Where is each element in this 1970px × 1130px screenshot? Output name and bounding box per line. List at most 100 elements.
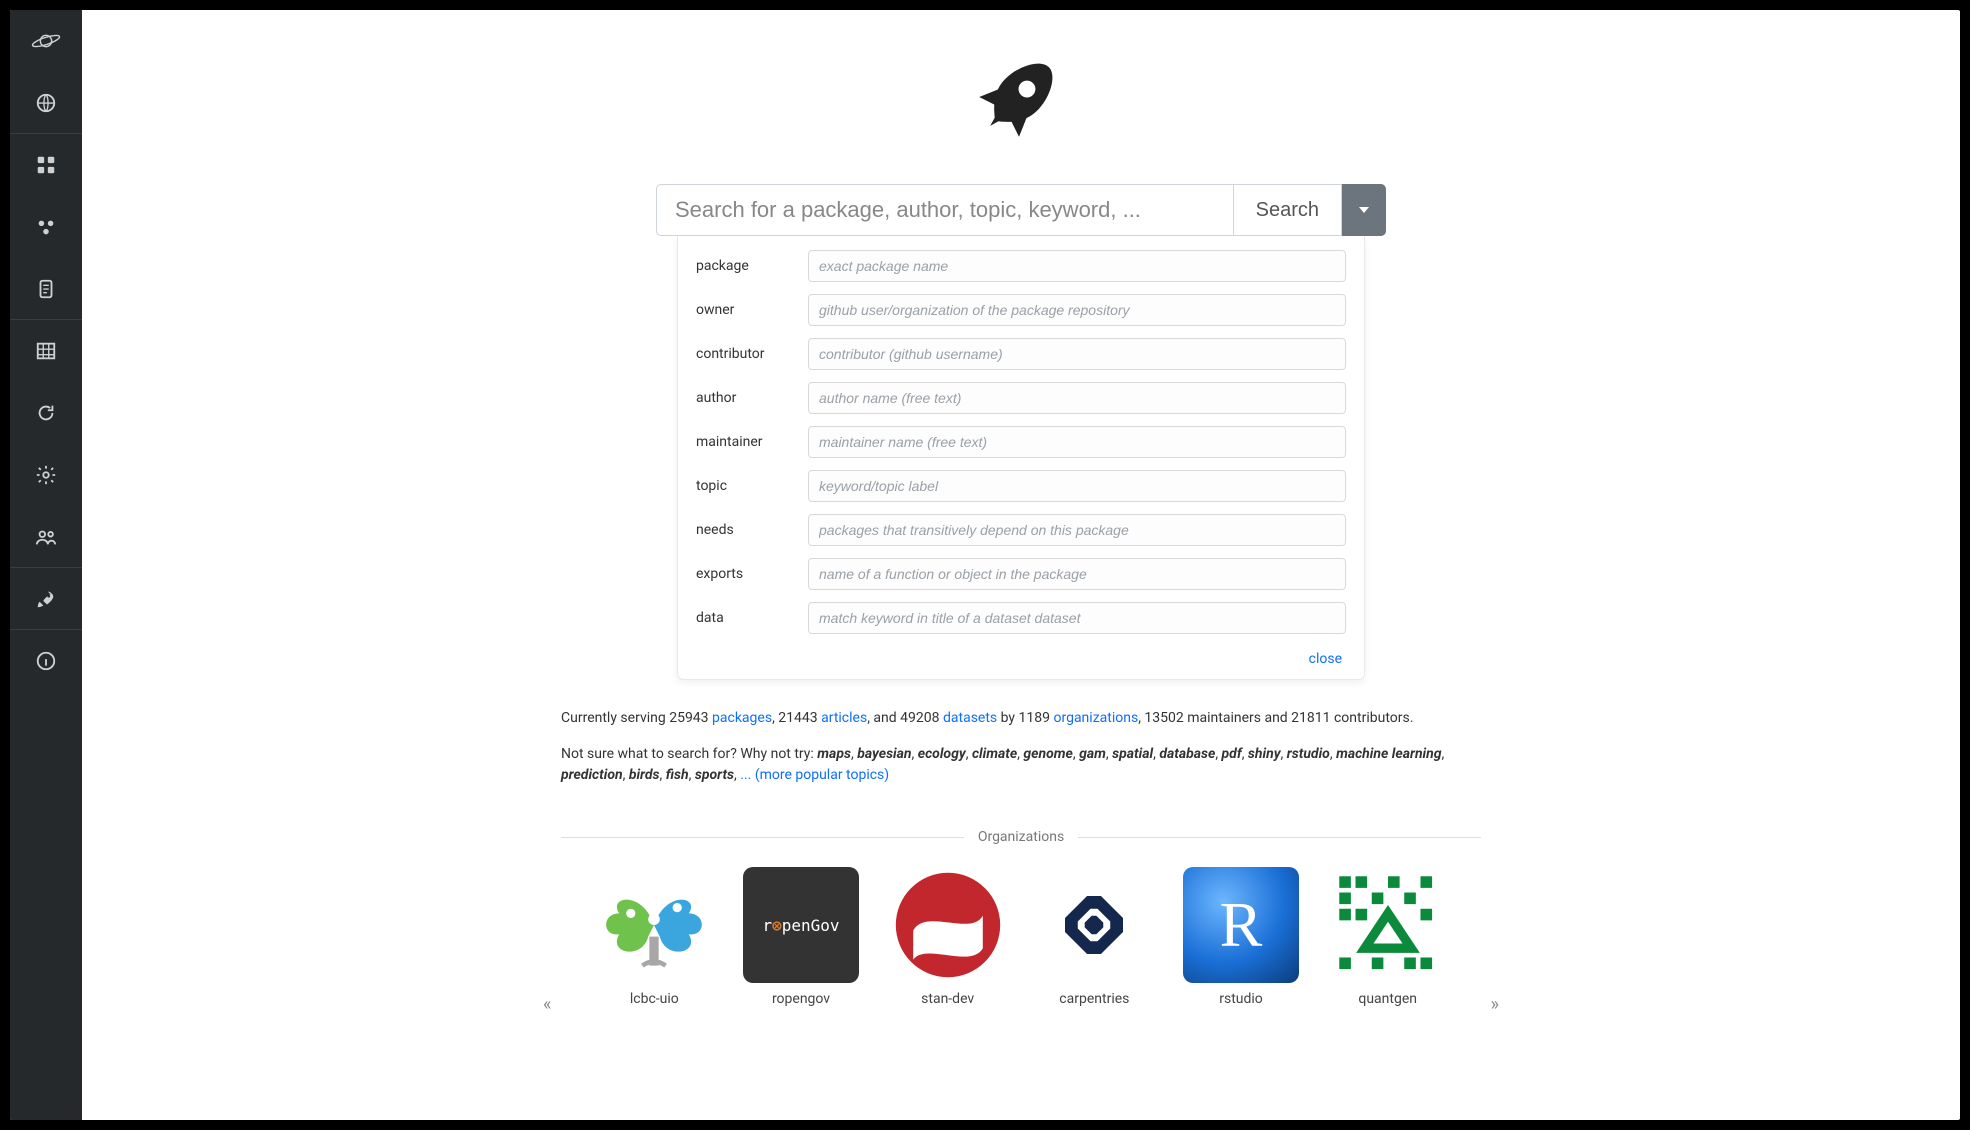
org-card[interactable]: stan-dev [874, 867, 1021, 1007]
advanced-field-input-author[interactable] [808, 382, 1346, 414]
sidebar-item-table[interactable] [10, 320, 82, 382]
advanced-field-row: exports [696, 558, 1346, 590]
planet-icon [29, 30, 63, 52]
advanced-field-label: data [696, 610, 808, 626]
topic-link[interactable]: climate [972, 746, 1017, 762]
topic-link[interactable]: maps [817, 746, 851, 762]
orgs-prev-button[interactable]: « [543, 994, 551, 1015]
sidebar-item-apps[interactable] [10, 134, 82, 196]
topic-link[interactable]: sports [695, 767, 734, 783]
document-icon [35, 278, 57, 300]
org-logo-rstudio: R [1183, 867, 1299, 983]
advanced-field-row: data [696, 602, 1346, 634]
advanced-field-label: author [696, 390, 808, 406]
org-logo-quantgen [1330, 867, 1446, 983]
org-name: stan-dev [874, 991, 1021, 1007]
topic-link[interactable]: pdf [1222, 746, 1242, 762]
advanced-field-row: package [696, 250, 1346, 282]
advanced-field-label: contributor [696, 346, 808, 362]
sidebar-brand-icon[interactable] [10, 10, 82, 72]
organizations-heading: Organizations [561, 829, 1481, 845]
sidebar-item-settings[interactable] [10, 444, 82, 506]
sidebar-item-rocket[interactable] [10, 568, 82, 630]
org-name: quantgen [1314, 991, 1461, 1007]
org-card[interactable]: R rstudio [1168, 867, 1315, 1007]
org-name: ropengov [728, 991, 875, 1007]
modules-icon [35, 216, 57, 238]
advanced-field-label: exports [696, 566, 808, 582]
org-name: rstudio [1168, 991, 1315, 1007]
organizations-row: lcbc-uio r⊗penGov ropengov stan-dev [561, 867, 1481, 1007]
org-logo-standev [890, 867, 1006, 983]
topic-link[interactable]: fish [666, 767, 689, 783]
advanced-search-panel: package owner contributor author maintainer t… [677, 236, 1365, 680]
search-button[interactable]: Search [1234, 184, 1342, 236]
topic-link[interactable]: spatial [1112, 746, 1153, 762]
advanced-field-input-exports[interactable] [808, 558, 1346, 590]
org-logo-lcbc [596, 867, 712, 983]
advanced-field-label: needs [696, 522, 808, 538]
advanced-field-input-data[interactable] [808, 602, 1346, 634]
org-logo-carpentries [1036, 867, 1152, 983]
advanced-close-link[interactable]: close [1309, 651, 1342, 667]
sidebar-item-modules[interactable] [10, 196, 82, 258]
org-card[interactable]: lcbc-uio [581, 867, 728, 1007]
topic-link[interactable]: shiny [1248, 746, 1281, 762]
org-card[interactable]: carpentries [1021, 867, 1168, 1007]
search-dropdown-toggle[interactable] [1342, 184, 1386, 236]
advanced-field-row: topic [696, 470, 1346, 502]
rocket-icon [35, 588, 57, 610]
topic-link[interactable]: birds [629, 767, 660, 783]
table-icon [35, 340, 57, 362]
advanced-field-input-maintainer[interactable] [808, 426, 1346, 458]
advanced-field-row: contributor [696, 338, 1346, 370]
link-packages[interactable]: packages [712, 710, 772, 726]
topic-link[interactable]: genome [1023, 746, 1072, 762]
advanced-field-row: needs [696, 514, 1346, 546]
sidebar-item-document[interactable] [10, 258, 82, 320]
stats-line: Currently serving 25943 packages, 21443 … [561, 708, 1481, 730]
topic-link[interactable]: rstudio [1287, 746, 1330, 762]
more-topics-link[interactable]: ... (more popular topics) [740, 767, 889, 783]
users-icon [35, 526, 57, 548]
org-logo-ropengov: r⊗penGov [743, 867, 859, 983]
link-organizations[interactable]: organizations [1053, 710, 1138, 726]
topic-link[interactable]: gam [1079, 746, 1106, 762]
grid-icon [35, 154, 57, 176]
sidebar-item-info[interactable] [10, 630, 82, 692]
org-name: carpentries [1021, 991, 1168, 1007]
topic-link[interactable]: ecology [918, 746, 966, 762]
org-card[interactable]: r⊗penGov ropengov [728, 867, 875, 1007]
sidebar-item-globe[interactable] [10, 72, 82, 134]
advanced-field-label: package [696, 258, 808, 274]
sidebar-item-users[interactable] [10, 506, 82, 568]
hero-logo [561, 50, 1481, 144]
rocket-large-icon [976, 50, 1066, 140]
search-input[interactable] [656, 184, 1234, 236]
topic-link[interactable]: prediction [561, 767, 623, 783]
sidebar-item-refresh[interactable] [10, 382, 82, 444]
advanced-field-input-owner[interactable] [808, 294, 1346, 326]
advanced-field-label: topic [696, 478, 808, 494]
refresh-icon [35, 402, 57, 424]
main-content: Search package owner contributor author main… [82, 10, 1960, 1120]
advanced-field-input-package[interactable] [808, 250, 1346, 282]
topic-link[interactable]: machine learning [1336, 746, 1441, 762]
advanced-field-label: maintainer [696, 434, 808, 450]
topic-link[interactable]: bayesian [857, 746, 911, 762]
advanced-field-row: owner [696, 294, 1346, 326]
advanced-field-input-needs[interactable] [808, 514, 1346, 546]
advanced-field-input-topic[interactable] [808, 470, 1346, 502]
advanced-field-input-contributor[interactable] [808, 338, 1346, 370]
advanced-field-row: maintainer [696, 426, 1346, 458]
search-bar: Search [656, 184, 1386, 236]
topics-line: Not sure what to search for? Why not try… [561, 744, 1481, 787]
org-card[interactable]: quantgen [1314, 867, 1461, 1007]
link-articles[interactable]: articles [821, 710, 867, 726]
link-datasets[interactable]: datasets [943, 710, 997, 726]
globe-icon [35, 92, 57, 114]
topic-link[interactable]: database [1159, 746, 1215, 762]
orgs-next-button[interactable]: » [1491, 994, 1499, 1015]
chevron-down-icon [1359, 207, 1369, 213]
advanced-field-row: author [696, 382, 1346, 414]
